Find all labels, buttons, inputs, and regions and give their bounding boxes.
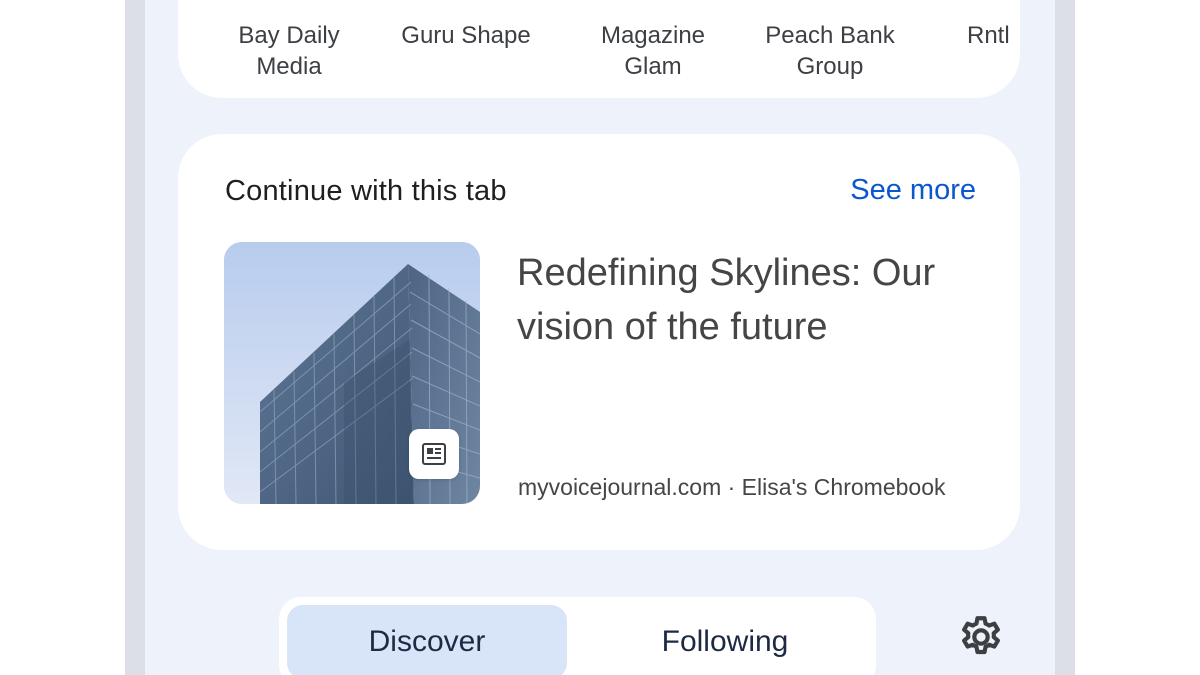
shortcut-bay-daily-media[interactable]: Bay Daily Media bbox=[214, 20, 364, 82]
browser-new-tab-page: Bay Daily Media Guru Shape Magazine Glam… bbox=[0, 0, 1200, 675]
shortcut-magazine-glam[interactable]: Magazine Glam bbox=[578, 20, 728, 82]
article-badge bbox=[409, 429, 459, 479]
article-thumbnail[interactable] bbox=[224, 242, 480, 504]
continue-tab-card: Continue with this tab See more Redefini… bbox=[178, 134, 1020, 550]
card-title: Continue with this tab bbox=[225, 175, 507, 207]
shortcut-peach-bank-group[interactable]: Peach Bank Group bbox=[755, 20, 905, 82]
article-source: myvoicejournal.com · Elisa's Chromebook bbox=[518, 474, 946, 500]
gear-icon bbox=[962, 616, 1000, 655]
tab-following[interactable]: Following bbox=[579, 605, 871, 675]
shortcut-guru-shape[interactable]: Guru Shape bbox=[391, 20, 541, 51]
settings-button[interactable] bbox=[956, 612, 1006, 662]
see-more-link[interactable]: See more bbox=[850, 174, 976, 207]
tab-discover[interactable]: Discover bbox=[287, 605, 567, 675]
shortcut-rntl[interactable]: Rntl bbox=[916, 20, 1020, 51]
article-headline[interactable]: Redefining Skylines: Our vision of the f… bbox=[517, 246, 987, 354]
article-icon bbox=[422, 443, 446, 465]
feed-tab-bar: Discover Following bbox=[279, 597, 876, 675]
shortcuts-card: Bay Daily Media Guru Shape Magazine Glam… bbox=[178, 0, 1020, 98]
